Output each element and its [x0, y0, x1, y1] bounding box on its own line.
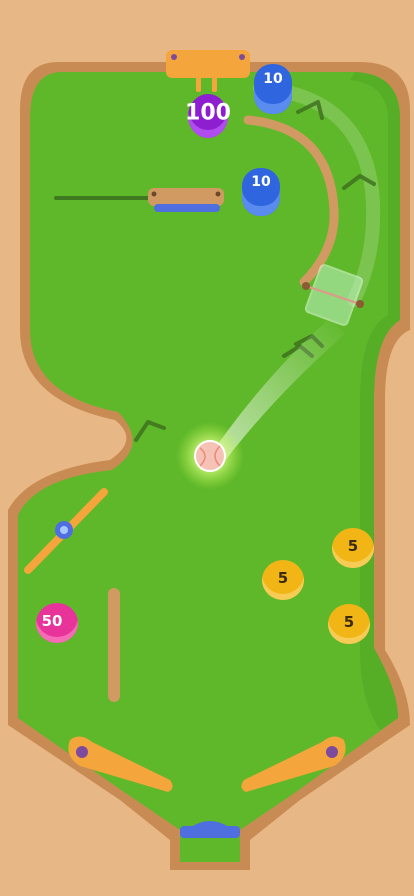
left-post: [108, 588, 120, 702]
bumper-coin-icon: [254, 64, 292, 114]
bumper-coin-icon: [188, 94, 228, 138]
bumper-coin-icon: [328, 604, 370, 644]
bumper-coin-icon: [36, 603, 78, 643]
bumper-coin-icon: [332, 528, 374, 568]
bumper-coin-icon: [262, 560, 304, 600]
left-flipper-tap[interactable]: [60, 728, 180, 798]
top-gate: [166, 50, 250, 78]
pinball-game[interactable]: 100 10 10 50 5 5 5: [0, 0, 414, 896]
left-guide-line: [54, 196, 164, 200]
pinball-ball-icon: [194, 440, 226, 472]
right-flipper-tap[interactable]: [234, 728, 354, 798]
center-bumper-bar: [148, 188, 224, 206]
bumper-coin-icon: [242, 168, 280, 216]
